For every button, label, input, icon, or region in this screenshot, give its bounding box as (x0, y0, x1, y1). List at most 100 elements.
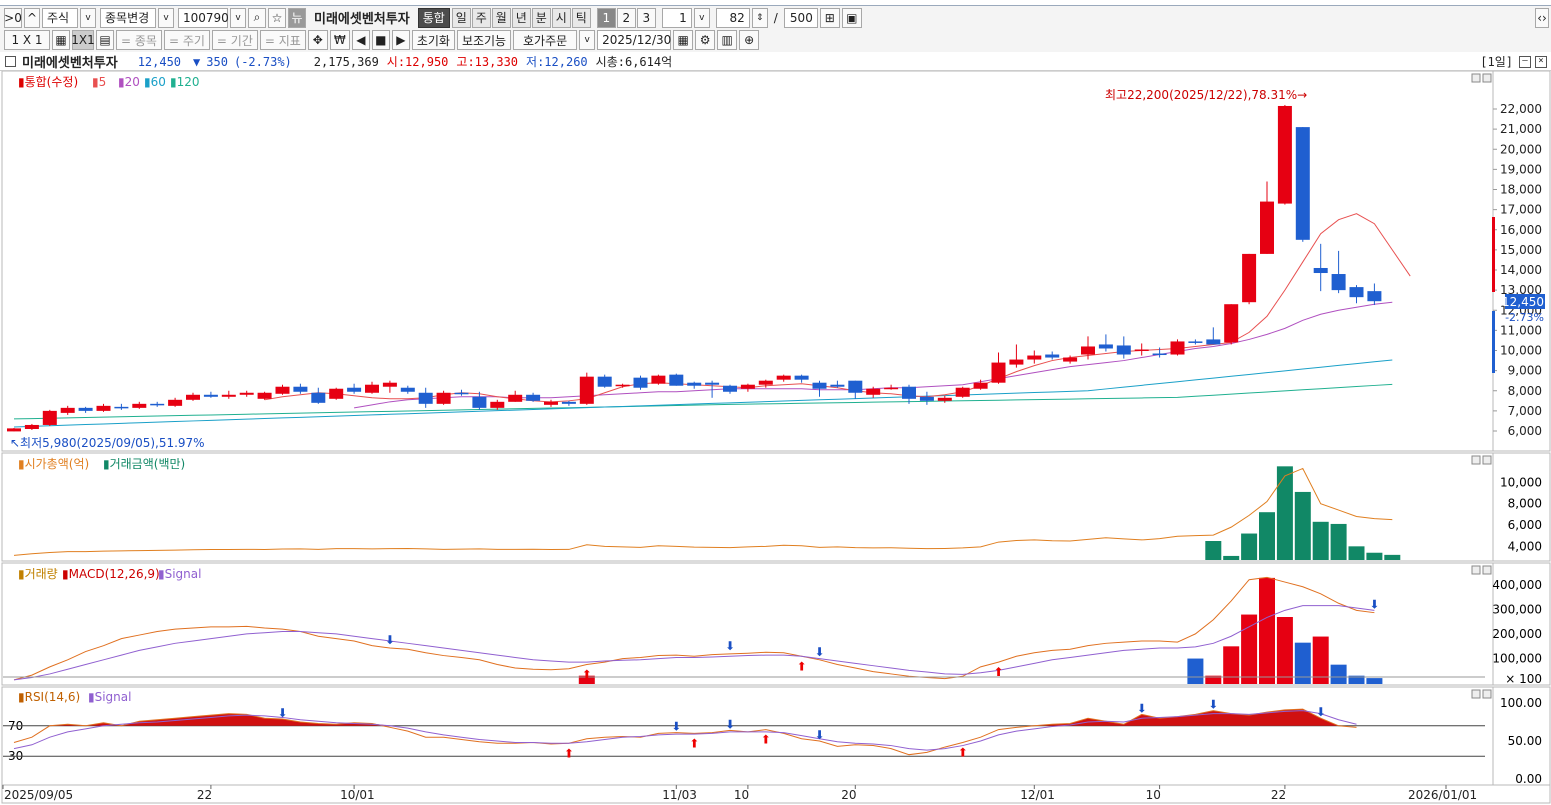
info-stock-name: 미래에셋벤처투자 (22, 56, 118, 71)
candle-body (1277, 105, 1292, 204)
combine-button[interactable]: 통합 (417, 7, 450, 28)
period-6-button[interactable]: 틱 (571, 7, 591, 28)
market-dropdown-icon[interactable]: v (80, 7, 96, 28)
candle-body (1206, 339, 1221, 345)
code-dropdown-icon[interactable]: v (230, 7, 246, 28)
change-down-icon: ▼ (193, 54, 201, 69)
mktcap-legend: ▮시가총액(억) (18, 457, 89, 471)
candle-body (96, 405, 111, 411)
indicator-icon[interactable]: ▥ (717, 30, 738, 50)
calendar-icon[interactable]: ▦ (673, 30, 694, 50)
candle-body (1152, 353, 1167, 356)
page-group: 123 (596, 7, 656, 28)
sync-indicator-button[interactable]: = 지표 (259, 30, 306, 50)
settings-gear-icon[interactable]: ⚙ (695, 30, 716, 50)
save-icon[interactable]: ▣ (841, 7, 862, 28)
volume-tick-label: 400,000 (1492, 578, 1542, 592)
price-tick-label: 19,000 (1500, 162, 1542, 176)
date-axis: 2025/09/05 22 10/01 11/03 10 20 12/01 10 22 2026/… (1, 784, 1551, 804)
market-select[interactable]: 주식 (42, 7, 78, 28)
sync-range-button[interactable]: = 기간 (211, 30, 258, 50)
order-dropdown-icon[interactable]: v (579, 30, 596, 50)
won-icon[interactable]: ₩ (329, 30, 350, 50)
candle-body (24, 424, 39, 429)
date-tick-label: 10/01 (340, 788, 375, 802)
candle-body (239, 392, 254, 395)
low-price: 저:12,260 (526, 55, 588, 69)
page-3-button[interactable]: 3 (636, 7, 656, 28)
rsi-signal-arrow: ⬇ (1137, 701, 1147, 715)
price-tick-label: 9,000 (1508, 364, 1542, 378)
prev-icon[interactable]: ◀ (351, 30, 370, 50)
page-2-button[interactable]: 2 (616, 7, 636, 28)
amount-tick-label: 6,000 (1508, 518, 1542, 532)
date-input[interactable]: 2025/12/30 (597, 30, 671, 50)
sync-stock-button[interactable]: = 종목 (116, 30, 162, 50)
period-4-button[interactable]: 분 (531, 7, 551, 28)
collapse-up-icon[interactable]: ^ (24, 7, 40, 28)
amount-pane-close-icon (1482, 455, 1492, 465)
candle-body (812, 382, 827, 389)
chart-checkbox[interactable] (5, 56, 16, 67)
rsi-signal-arrow: ⬆ (761, 733, 771, 747)
layout-1x1-button[interactable]: 1 X 1 (4, 30, 50, 50)
period-0-button[interactable]: 일 (451, 7, 471, 28)
volume-pane-min-icon (1471, 565, 1481, 575)
candle-body (365, 384, 379, 393)
add-window-icon[interactable]: ⊞ (819, 7, 840, 28)
search-icon[interactable]: ⌕ (248, 7, 266, 28)
price-tick-label: 7,000 (1508, 404, 1542, 418)
unit-input[interactable]: 1 (661, 7, 692, 28)
candle-body (705, 382, 720, 385)
unit-dropdown-icon[interactable]: v (693, 7, 710, 28)
candle-body (1081, 346, 1095, 355)
reset-button[interactable]: 초기화 (411, 30, 455, 50)
grid-icon[interactable]: ▦ (52, 30, 70, 50)
volume-legend: ▮거래량 (18, 567, 58, 581)
aux-button[interactable]: 보조기능 (456, 30, 512, 50)
macd-signal-arrow: ⬆ (582, 668, 592, 682)
amount-bar (1205, 541, 1222, 560)
minimize-window-icon[interactable]: – (1519, 55, 1531, 68)
price-pane-min-icon (1471, 73, 1481, 83)
sync-period-button[interactable]: = 주기 (163, 30, 210, 50)
count-input[interactable]: 82 (715, 7, 750, 28)
favorite-star-icon[interactable]: ☆ (268, 7, 286, 28)
last-pct-label: -2.73% (1505, 311, 1544, 324)
news-button[interactable]: 뉴 (288, 7, 306, 28)
layout-1x1-small-button[interactable]: 1X1 (71, 30, 95, 50)
candle-body (1009, 359, 1024, 365)
order-button[interactable]: 호가주문 (513, 30, 578, 50)
expand-right-icon[interactable]: ‹› (1535, 7, 1549, 28)
page-1-button[interactable]: 1 (596, 7, 616, 28)
change-stock-select[interactable]: 종목변경 (100, 7, 156, 28)
change-dropdown-icon[interactable]: v (158, 7, 174, 28)
stop-icon[interactable]: ■ (371, 30, 390, 50)
volume-bar-up (1223, 646, 1240, 684)
period-1-button[interactable]: 주 (471, 7, 491, 28)
close-window-icon[interactable]: × (1535, 55, 1547, 68)
amount-bar (1294, 491, 1311, 560)
candle-body (740, 384, 755, 389)
period-5-button[interactable]: 시 (551, 7, 571, 28)
candle-body (293, 386, 308, 392)
period-3-button[interactable]: 년 (511, 7, 531, 28)
candle-body (150, 403, 165, 406)
stock-chart[interactable]: 22,000 21,000 20,000 19,000 18,000 17,000 16,0… (0, 71, 1551, 805)
period-2-button[interactable]: 월 (491, 7, 511, 28)
candle-body (669, 374, 684, 386)
zoom-icon[interactable]: ⊕ (739, 30, 760, 50)
total-input[interactable]: 500 (783, 7, 818, 28)
move-icon[interactable]: ✥ (307, 30, 328, 50)
table-icon[interactable]: ▤ (96, 30, 114, 50)
candle-body (1098, 344, 1113, 349)
stock-code-input[interactable]: 100790 (178, 7, 229, 28)
count-spinner-icon[interactable]: ⇕ (751, 7, 768, 28)
next-icon[interactable]: ▶ (391, 30, 410, 50)
candle-body (830, 384, 845, 387)
price-tick-label: 17,000 (1500, 203, 1542, 217)
date-tick-label: 11/03 (662, 788, 697, 802)
link-button[interactable]: >0 (4, 7, 22, 28)
candle-body (400, 387, 415, 392)
ma-legend-60: ▮60 (144, 75, 166, 89)
